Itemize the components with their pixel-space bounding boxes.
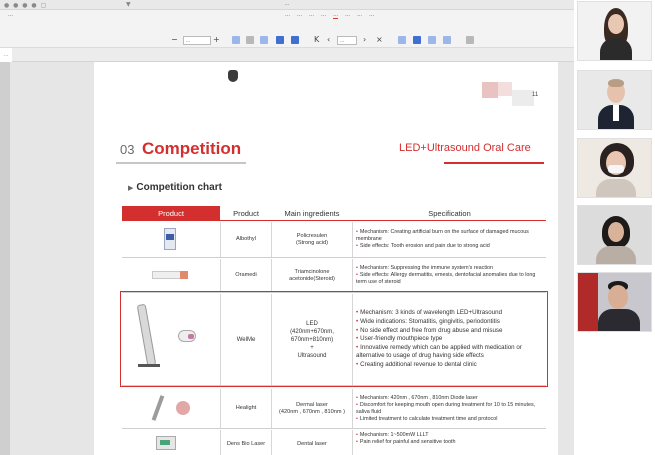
title-rule-red xyxy=(444,162,544,164)
table-row: Healight Dermal laser (420nm , 670nm , 8… xyxy=(122,389,546,429)
scroll-mode-icon[interactable] xyxy=(413,36,421,44)
product-image-top xyxy=(228,70,238,82)
product-name: Dens Bio Laser xyxy=(226,441,266,447)
title-rule-grey xyxy=(116,162,246,164)
product-screen xyxy=(160,440,170,445)
menu-item[interactable]: ... xyxy=(369,12,374,19)
section-title: Competition xyxy=(142,139,242,158)
spec-item: • Pain relief for painful and sensitive t… xyxy=(356,439,456,445)
ingredient: Dental laser xyxy=(297,441,327,447)
first-page-icon[interactable]: K xyxy=(314,35,319,44)
menu-list: ... ... ... ... ... ... ... ... xyxy=(285,12,374,19)
participant-tile-2[interactable] xyxy=(577,70,652,130)
spec-item: • Side effects: Allergy dermatitis, emesi… xyxy=(356,272,536,285)
product-cap xyxy=(180,271,188,279)
spread-mode-icon[interactable] xyxy=(428,36,436,44)
page-number-input[interactable]: ... xyxy=(337,36,357,45)
zoom-out-icon[interactable]: − xyxy=(171,35,178,44)
menu-item-active[interactable]: ... xyxy=(333,12,339,19)
continuous-view-icon[interactable] xyxy=(276,36,284,44)
video-participants-panel xyxy=(574,0,655,455)
document-tab[interactable]: ... xyxy=(0,48,13,62)
header-product-image: Product xyxy=(122,206,220,221)
page-number: 11 xyxy=(532,92,539,98)
header-ingredients: Main ingredients xyxy=(272,206,352,221)
single-page-icon[interactable] xyxy=(260,36,268,44)
menu-item[interactable]: ... xyxy=(297,12,302,19)
decor-square xyxy=(512,90,534,106)
product-name: Healight xyxy=(235,405,257,411)
window-titlebar: ● ● ● ● ▢ ▼ ... xyxy=(0,0,574,10)
table-row: Albothyl Policresulen (Strong acid) • Mec… xyxy=(122,222,546,258)
competition-table: Product Product Main ingredients Specifi… xyxy=(122,206,546,455)
fit-width-icon[interactable] xyxy=(232,36,240,44)
specification: • Mechanism: Creating artificial burn on … xyxy=(353,222,546,257)
menu-item[interactable]: ... xyxy=(309,12,314,19)
participant-tile-3[interactable] xyxy=(577,138,652,198)
view-mode-icon[interactable] xyxy=(398,36,406,44)
section-number: 03 xyxy=(120,142,135,157)
two-page-icon[interactable] xyxy=(291,36,299,44)
participant-tile-5[interactable] xyxy=(577,272,652,332)
menu-item[interactable]: ... xyxy=(345,12,350,19)
spec-item: • Mechanism: 420nm , 670nm , 810nm Diode … xyxy=(356,394,478,401)
table-header: Product Product Main ingredients Specifi… xyxy=(122,206,546,221)
spec-item: • Discomfort for keeping mouth open durin… xyxy=(356,401,536,415)
zoom-in-icon[interactable]: + xyxy=(213,35,220,44)
spec-item: • Side effects: Tooth erosion and pain du… xyxy=(356,243,490,249)
menu-item[interactable]: ... xyxy=(285,12,290,19)
spec-item: • Mechanism: Creating artificial burn on … xyxy=(356,229,529,242)
document-tabs: ... xyxy=(0,48,574,62)
product-image-healight-head xyxy=(176,401,190,415)
last-page-icon[interactable]: × xyxy=(376,35,383,44)
screen: ● ● ● ● ▢ ▼ ... ... ... ... ... ... ... … xyxy=(0,0,655,455)
menu-item[interactable]: ... xyxy=(321,12,326,19)
participant-tile-4[interactable] xyxy=(577,205,652,265)
menu-bar: ... ... ... ... ... ... ... ... ... xyxy=(0,10,574,22)
product-image-healight xyxy=(151,395,165,421)
decor-square xyxy=(498,82,512,96)
ingredient: Dermal laser (420nm , 670nm , 810nm ) xyxy=(279,401,345,415)
specification: • Mechanism: 1~500mW LLLT • Pain relief fo… xyxy=(353,430,546,455)
chart-heading-text: Competition chart xyxy=(136,182,222,193)
fit-page-icon[interactable] xyxy=(246,36,254,44)
display-settings-icon[interactable] xyxy=(466,36,474,44)
ingredient: Policresulen (Strong acid) xyxy=(295,232,329,246)
decor-square xyxy=(482,82,498,98)
menu-item[interactable]: ... xyxy=(357,12,362,19)
participant-tile-1[interactable] xyxy=(577,1,652,61)
spec-item: • Limited treatment to calculate treatmen… xyxy=(356,415,498,422)
prev-page-icon[interactable]: ‹ xyxy=(327,35,330,44)
grid-view-icon[interactable] xyxy=(443,36,451,44)
chart-heading: ▶ Competition chart xyxy=(128,182,222,193)
side-panel-strip[interactable] xyxy=(0,62,10,455)
specification: • Mechanism: 420nm , 670nm , 810nm Diode … xyxy=(353,389,546,428)
product-name: Oramedi xyxy=(235,272,257,278)
spec-item: • Mechanism: Suppressing the immune syste… xyxy=(356,265,494,271)
product-label xyxy=(166,234,174,240)
ingredient: Triamcinolone acetonide(Steroid) xyxy=(289,268,335,282)
product-name: Albothyl xyxy=(236,236,256,242)
viewer-toolbar: − ... + K ‹ ... › × xyxy=(0,22,574,48)
spec-item: • Mechanism: 1~500mW LLLT xyxy=(356,432,429,438)
welme-highlight-frame xyxy=(120,291,548,387)
table-row: Oramedi Triamcinolone acetonide(Steroid)… xyxy=(122,259,546,293)
header-product-name: Product xyxy=(221,206,271,221)
next-page-icon[interactable]: › xyxy=(363,35,366,44)
header-rule xyxy=(122,220,546,221)
header-specification: Specification xyxy=(353,206,546,221)
window-title: ... xyxy=(284,1,290,7)
table-row: Dens Bio Laser Dental laser • Mechanism: … xyxy=(122,430,546,455)
specification: • Mechanism: Suppressing the immune syste… xyxy=(353,259,546,292)
zoom-input[interactable]: ... xyxy=(183,36,211,45)
brand-subtitle: LED+Ultrasound Oral Care xyxy=(399,142,531,154)
slide-page: 11 03 Competition LED+Ultrasound Oral Ca… xyxy=(94,62,558,455)
file-menu-left[interactable]: ... xyxy=(8,12,13,18)
triangle-right-icon: ▶ xyxy=(128,184,134,192)
